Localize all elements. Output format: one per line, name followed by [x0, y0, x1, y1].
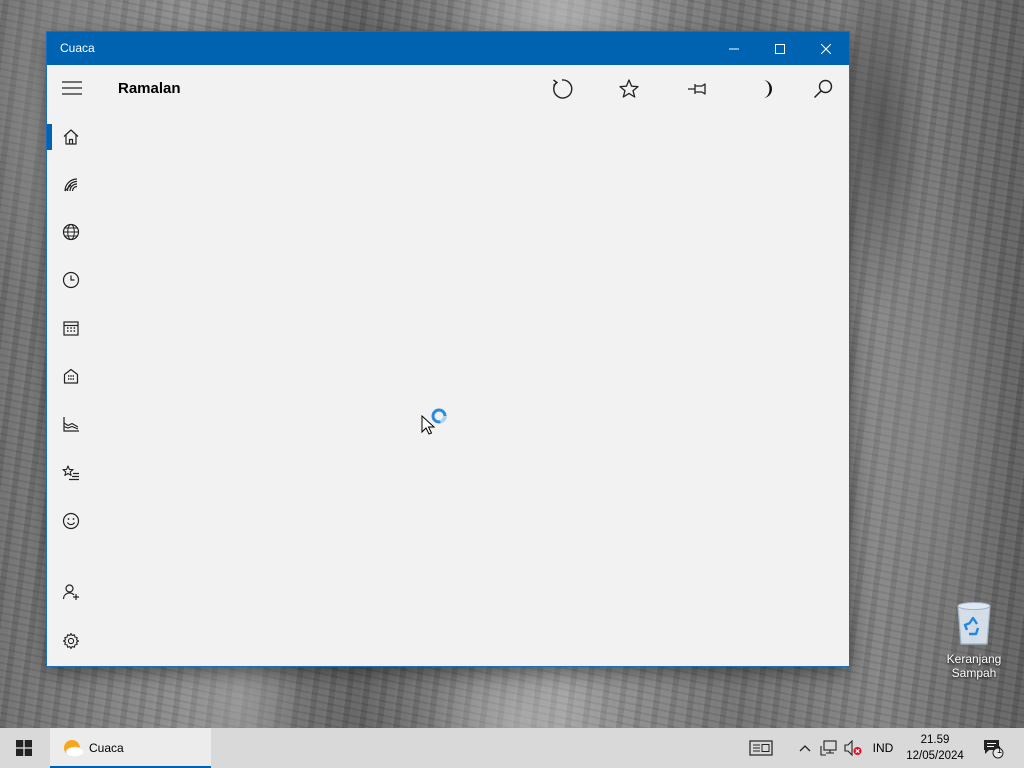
recycle-bin-label: Keranjang Sampah [946, 652, 1002, 680]
network-button[interactable] [819, 728, 839, 768]
news-icon [749, 740, 773, 756]
clock-icon [62, 271, 80, 289]
notification-count: 1 [997, 745, 1003, 755]
page-title: Ramalan [118, 80, 181, 97]
volume-button[interactable] [843, 728, 863, 768]
search-icon [813, 79, 833, 99]
minimize-button[interactable] [711, 32, 757, 65]
window-title: Cuaca [60, 41, 95, 55]
weather-app-icon [64, 740, 85, 758]
network-icon [820, 740, 837, 756]
clock[interactable]: 21.59 12/05/2024 [900, 732, 970, 764]
recycle-bin-shortcut[interactable]: Keranjang Sampah [938, 600, 1010, 680]
pin-button[interactable] [684, 75, 712, 103]
nav-item-feedback[interactable] [47, 501, 95, 541]
nav-item-world[interactable] [47, 212, 95, 252]
clock-time: 21.59 [920, 734, 950, 746]
add-user-icon [62, 584, 79, 600]
smiley-icon [62, 512, 80, 530]
settings-icon [62, 632, 80, 650]
windows-logo-icon [16, 740, 32, 756]
nav-item-home[interactable] [47, 117, 95, 157]
news-button[interactable] [746, 728, 776, 768]
maximize-icon [775, 43, 785, 54]
chart-icon [63, 417, 79, 432]
nav-item-account[interactable] [47, 572, 95, 612]
refresh-button[interactable] [548, 75, 576, 103]
star-list-icon [62, 465, 79, 481]
volume-muted-icon [844, 740, 862, 756]
globe-icon [62, 223, 80, 241]
favorite-button[interactable] [615, 75, 643, 103]
start-button[interactable] [0, 728, 48, 768]
chevron-up-icon [799, 745, 811, 752]
pin-icon [688, 83, 706, 95]
busy-cursor-icon [421, 408, 447, 435]
taskbar: Cuaca IND 21.59 12/05/2024 1 [0, 728, 1024, 768]
theme-button[interactable] [751, 75, 779, 103]
app-window: Cuaca Ramalan [47, 32, 849, 666]
nav-item-favorites[interactable] [47, 453, 95, 493]
star-icon [619, 79, 639, 98]
nav-item-maps[interactable] [47, 165, 95, 205]
show-hidden-icons-button[interactable] [796, 728, 814, 768]
app-header: Ramalan [47, 65, 849, 113]
nav-item-charts[interactable] [47, 404, 95, 444]
recycle-bin-icon [957, 602, 991, 645]
hamburger-icon [62, 81, 82, 95]
calendar-icon [63, 321, 79, 336]
busy-cursor [421, 408, 447, 441]
moon-icon [763, 80, 772, 98]
menu-button[interactable] [61, 77, 83, 99]
input-language[interactable]: IND [866, 728, 900, 768]
refresh-icon [553, 79, 573, 99]
nav-item-places[interactable] [47, 356, 95, 396]
nav-item-history[interactable] [47, 260, 95, 300]
search-button[interactable] [809, 75, 837, 103]
action-center-button[interactable]: 1 [976, 728, 1008, 768]
nav-item-settings[interactable] [47, 621, 95, 661]
maximize-button[interactable] [757, 32, 803, 65]
close-button[interactable] [803, 32, 849, 65]
clock-date: 12/05/2024 [906, 750, 964, 762]
close-icon [821, 43, 831, 54]
nav-item-monthly[interactable] [47, 308, 95, 348]
radar-icon [64, 178, 78, 192]
building-icon [63, 368, 79, 384]
home-icon [63, 129, 79, 145]
taskbar-app-weather[interactable]: Cuaca [50, 728, 211, 768]
minimize-icon [729, 48, 739, 49]
taskbar-app-label: Cuaca [89, 741, 124, 755]
title-bar[interactable]: Cuaca [47, 32, 849, 65]
